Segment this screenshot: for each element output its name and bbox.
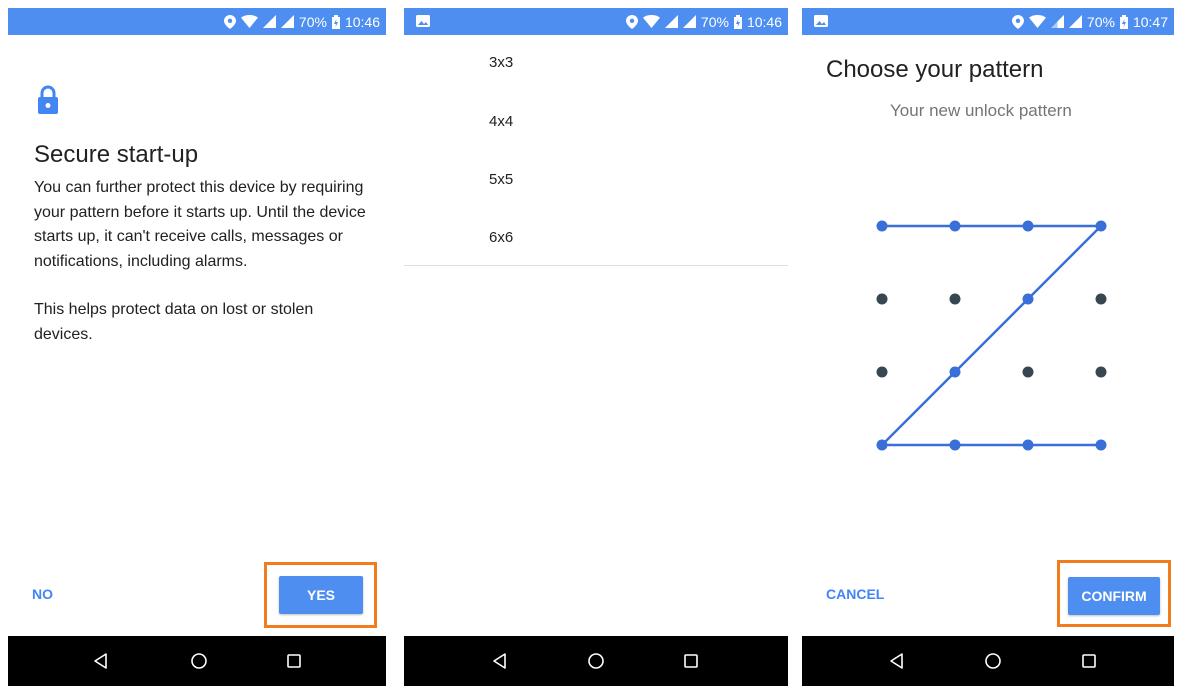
pattern-dot-selected[interactable] — [1022, 220, 1034, 232]
navigation-bar — [802, 636, 1174, 686]
pattern-dot[interactable] — [876, 366, 888, 378]
wifi-icon — [642, 15, 660, 28]
pattern-dot[interactable] — [1095, 293, 1107, 305]
signal-icon — [262, 15, 276, 28]
choose-pattern-screen: 70% 10:47 Choose your pattern Your new u… — [802, 0, 1174, 686]
pattern-dot-selected[interactable] — [1022, 293, 1034, 305]
list-item-3x3[interactable]: 3x3 — [489, 54, 513, 71]
list-item-5x5[interactable]: 5x5 — [489, 171, 513, 188]
pattern-line — [880, 224, 1103, 447]
battery-percent: 70% — [298, 13, 327, 30]
confirm-button[interactable]: CONFIRM — [1068, 577, 1160, 615]
wifi-icon — [240, 15, 258, 28]
pattern-dot-selected[interactable] — [949, 220, 961, 232]
description-paragraph: This helps protect data on lost or stole… — [34, 301, 314, 343]
status-bar: 70% 10:46 — [404, 8, 788, 35]
back-icon[interactable] — [90, 650, 112, 672]
lock-icon — [38, 85, 58, 114]
home-icon[interactable] — [585, 650, 607, 672]
image-notification-icon — [416, 15, 430, 27]
list-item-6x6[interactable]: 6x6 — [489, 229, 513, 246]
description-paragraph: You can further protect this device by r… — [34, 179, 366, 270]
clock: 10:46 — [746, 13, 782, 30]
description: You can further protect this device by r… — [34, 176, 374, 371]
home-icon[interactable] — [982, 650, 1004, 672]
battery-percent: 70% — [700, 13, 729, 30]
pattern-grid[interactable] — [802, 0, 1174, 500]
signal-icon — [280, 15, 294, 28]
battery-icon — [331, 14, 340, 29]
page-title: Secure start-up — [34, 141, 199, 168]
pattern-dot-selected[interactable] — [949, 366, 961, 378]
navigation-bar — [404, 636, 788, 686]
signal-icon — [682, 15, 696, 28]
secure-startup-screen: 70% 10:46 Secure start-up You can furthe… — [8, 0, 386, 686]
signal-icon — [664, 15, 678, 28]
back-icon[interactable] — [489, 650, 511, 672]
back-icon[interactable] — [886, 650, 908, 672]
divider — [404, 265, 788, 266]
pattern-dot[interactable] — [1095, 366, 1107, 378]
recents-icon[interactable] — [283, 650, 305, 672]
pattern-dot[interactable] — [1022, 366, 1034, 378]
pattern-dot[interactable] — [949, 293, 961, 305]
battery-icon — [733, 14, 742, 29]
cancel-button[interactable]: CANCEL — [826, 586, 884, 602]
pattern-dot-selected[interactable] — [1095, 220, 1107, 232]
pattern-dot-selected[interactable] — [1095, 439, 1107, 451]
home-icon[interactable] — [188, 650, 210, 672]
pattern-dot[interactable] — [876, 293, 888, 305]
status-bar: 70% 10:46 — [8, 8, 386, 35]
recents-icon[interactable] — [1078, 650, 1100, 672]
location-icon — [223, 14, 236, 29]
recents-icon[interactable] — [680, 650, 702, 672]
pattern-dot-selected[interactable] — [949, 439, 961, 451]
yes-button[interactable]: YES — [279, 576, 363, 614]
pattern-dot-selected[interactable] — [1022, 439, 1034, 451]
clock: 10:46 — [344, 13, 380, 30]
no-button[interactable]: NO — [32, 586, 53, 602]
pattern-dot-selected[interactable] — [876, 439, 888, 451]
pattern-grid-size-screen: 70% 10:46 3x3 4x4 5x5 6x6 — [404, 0, 788, 686]
location-icon — [625, 14, 638, 29]
pattern-dot-selected[interactable] — [876, 220, 888, 232]
navigation-bar — [8, 636, 386, 686]
list-item-4x4[interactable]: 4x4 — [489, 113, 513, 130]
